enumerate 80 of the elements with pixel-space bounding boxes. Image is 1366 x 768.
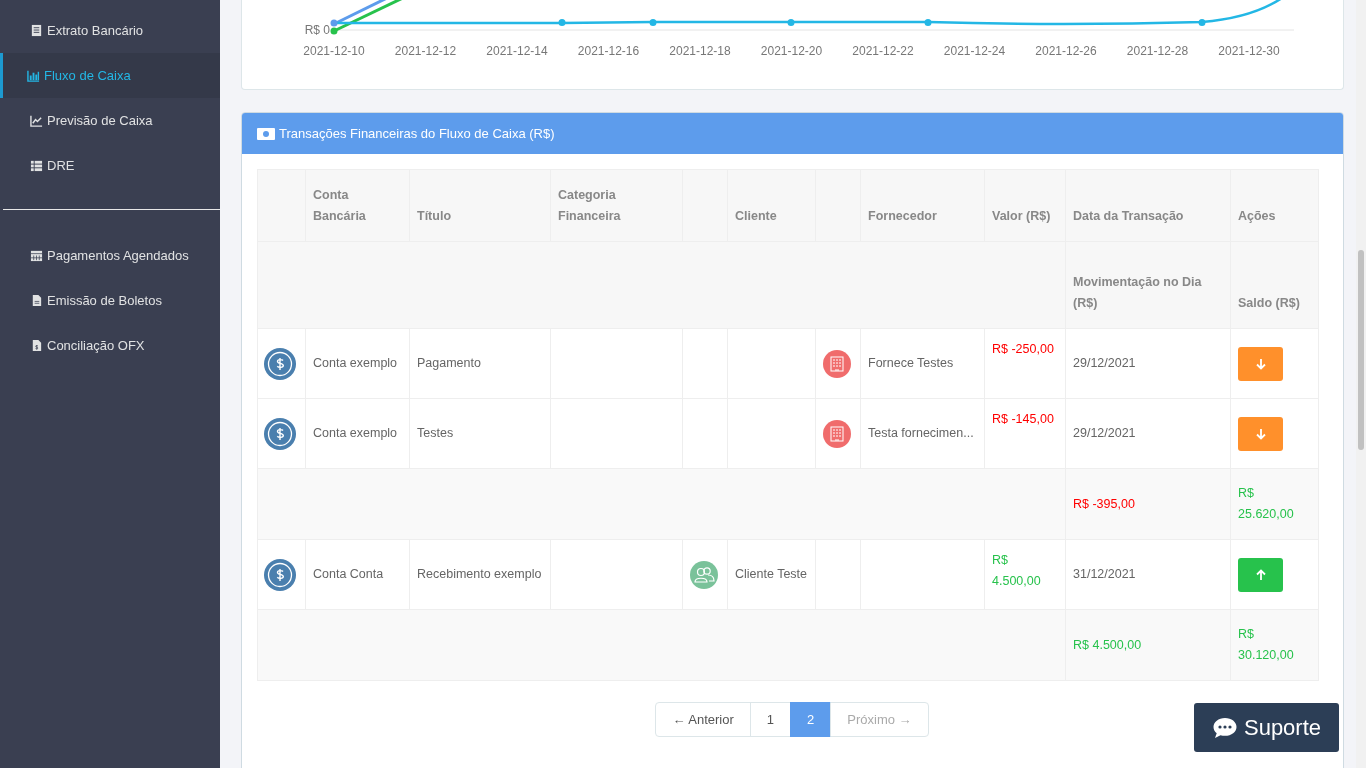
data-point xyxy=(649,19,657,26)
axis-label: 2021-12-24 xyxy=(943,44,1006,58)
table-cell: R$ 4.500,00 xyxy=(984,539,1066,610)
arrow-up-button[interactable] xyxy=(1238,557,1283,592)
line-chart-icon xyxy=(30,114,43,127)
building-icon xyxy=(822,348,852,379)
table-cell: Testes xyxy=(409,398,551,469)
axis-label: 2021-12-12 xyxy=(394,44,457,58)
data-point xyxy=(558,19,566,26)
axis-label: 2021-12-26 xyxy=(1035,44,1097,58)
money-icon xyxy=(257,127,275,140)
support-button[interactable]: Suporte xyxy=(1194,703,1339,752)
column-header: Valor (R$) xyxy=(984,169,1066,242)
pagination-link[interactable]: ← Anterior xyxy=(655,702,751,737)
column-header: Movimentação no Dia (R$) xyxy=(1065,241,1231,329)
table-cell: R$ 4.500,00 xyxy=(1065,609,1231,681)
column-header: Conta Bancária xyxy=(305,169,410,242)
sidebar-item[interactable]: Conciliação OFX xyxy=(0,323,220,368)
table-cell: Recebimento exemplo xyxy=(409,539,551,610)
pagination-link[interactable]: 1 xyxy=(749,702,792,737)
arrow-down-button[interactable] xyxy=(1238,346,1283,381)
column-header: Saldo (R$) xyxy=(1230,241,1319,329)
data-point xyxy=(1198,19,1206,26)
column-header: Cliente xyxy=(727,169,816,242)
users-icon xyxy=(689,559,719,590)
scrollbar[interactable] xyxy=(1356,0,1366,768)
dollar-coin-icon xyxy=(264,347,296,380)
data-point xyxy=(787,19,795,26)
table-cell: R$ -250,00 xyxy=(984,328,1066,399)
dollar-document-icon xyxy=(30,339,43,352)
table-cell: R$ 25.620,00 xyxy=(1230,468,1319,540)
document-icon xyxy=(30,294,43,307)
axis-label: 2021-12-20 xyxy=(760,44,823,58)
table-cell: 29/12/2021 xyxy=(1065,398,1231,469)
building-icon xyxy=(822,418,852,449)
table-cell: Fornece Testes xyxy=(860,328,985,399)
arrow-down-icon xyxy=(1254,357,1267,370)
table-cell: 31/12/2021 xyxy=(1065,539,1231,610)
dollar-coin-icon xyxy=(264,417,296,450)
arrow-up-icon xyxy=(1254,568,1267,581)
data-point xyxy=(924,19,932,26)
arrow-down-icon xyxy=(1254,427,1267,440)
table-cell: Conta Conta xyxy=(305,539,410,610)
sidebar-item[interactable]: DRE xyxy=(0,143,220,188)
table-cell: R$ -395,00 xyxy=(1065,468,1231,540)
table-cell: Pagamento xyxy=(409,328,551,399)
axis-label: R$ 0 xyxy=(304,23,330,37)
sidebar-item[interactable]: Previsão de Caixa xyxy=(0,98,220,143)
sidebar-item[interactable]: Fluxo de Caixa xyxy=(0,53,220,98)
scrollbar-thumb[interactable] xyxy=(1358,250,1364,450)
axis-label: 2021-12-18 xyxy=(669,44,731,58)
table-cell: R$ 30.120,00 xyxy=(1230,609,1319,681)
dollar-coin-icon xyxy=(264,558,296,591)
table-cell: R$ -145,00 xyxy=(984,398,1066,469)
axis-label: 2021-12-22 xyxy=(852,44,914,58)
axis-label: 2021-12-28 xyxy=(1126,44,1189,58)
bar-chart-icon xyxy=(27,69,40,82)
table-cell: 29/12/2021 xyxy=(1065,328,1231,399)
sidebar-item[interactable]: Emissão de Boletos xyxy=(0,278,220,323)
list-icon xyxy=(30,159,43,172)
axis-label: 2021-12-14 xyxy=(486,44,548,58)
chat-icon xyxy=(1211,716,1238,739)
table-cell: Testa fornecimen... xyxy=(860,398,985,469)
column-header: Categoria Financeira xyxy=(550,169,683,242)
arrow-down-button[interactable] xyxy=(1238,416,1283,451)
axis-label: 2021-12-30 xyxy=(1218,44,1280,58)
sidebar-item[interactable]: Pagamentos Agendados xyxy=(0,233,220,278)
axis-label: 2021-12-16 xyxy=(577,44,640,58)
table-cell: Conta exemplo xyxy=(305,398,410,469)
receipt-icon xyxy=(30,24,43,37)
table-cell: Conta exemplo xyxy=(305,328,410,399)
table-cell: Cliente Teste xyxy=(727,539,816,610)
column-header: Título xyxy=(409,169,551,242)
column-header: Data da Transação xyxy=(1065,169,1231,242)
card-title: Transações Financeiras do Fluxo de Caixa (R$) xyxy=(279,126,555,141)
column-header: Ações xyxy=(1230,169,1319,242)
calendar-icon xyxy=(30,249,43,262)
sidebar-item[interactable]: Extrato Bancário xyxy=(0,8,220,53)
axis-label: 2021-12-10 xyxy=(303,44,365,58)
column-header: Fornecedor xyxy=(860,169,985,242)
